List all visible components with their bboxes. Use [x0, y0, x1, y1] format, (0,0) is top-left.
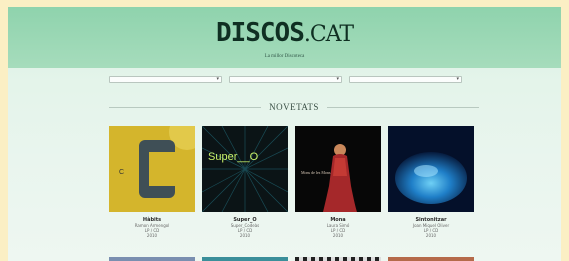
section-header: NOVETATS — [109, 102, 479, 112]
album-card[interactable]: C Hàbits Ramon Armengol LP / CD 2010 — [109, 126, 195, 238]
chevron-down-icon: ▾ — [336, 76, 339, 82]
album-cover-partial[interactable] — [109, 257, 195, 261]
album-cover-text: C — [119, 169, 124, 176]
logo-main: DISCOS — [215, 18, 305, 48]
album-cover[interactable]: Super__O — [202, 126, 288, 212]
logo-suffix: .CAT — [303, 22, 354, 47]
chevron-down-icon: ▾ — [216, 76, 219, 82]
album-card[interactable]: Mons de les Mons Mona Laura Simó LP / CD… — [295, 126, 381, 238]
filter-select-3[interactable]: ▾ — [349, 76, 462, 83]
filter-select-2[interactable]: ▾ — [229, 76, 342, 83]
album-cover-partial[interactable] — [388, 257, 474, 261]
album-cover-partial[interactable] — [202, 257, 288, 261]
album-cover[interactable]: C — [109, 126, 195, 212]
album-cover[interactable]: Mons de les Mons — [295, 126, 381, 212]
album-cover-partial[interactable] — [295, 257, 381, 261]
divider — [326, 106, 479, 108]
header: DISCOS.CAT La millor Discoteca — [8, 7, 561, 68]
album-cover-text: Super__O — [208, 151, 259, 163]
album-cover[interactable] — [388, 126, 474, 212]
page: DISCOS.CAT La millor Discoteca ▾ ▾ ▾ NOV… — [8, 7, 561, 261]
album-year: 2010 — [332, 233, 344, 238]
filter-select-1[interactable]: ▾ — [109, 76, 222, 83]
album-card[interactable]: Sintonitzar Joan Miquel Oliver LP / CD 2… — [388, 126, 474, 238]
site-logo[interactable]: DISCOS.CAT — [8, 20, 561, 48]
chevron-down-icon: ▾ — [456, 76, 459, 82]
album-year: 2010 — [239, 233, 251, 238]
section-title: NOVETATS — [269, 102, 319, 112]
album-card[interactable]: Super__O Super_O Super_Codeàs LP / CD 20… — [202, 126, 288, 238]
album-year: 2010 — [146, 233, 158, 238]
album-year: 2010 — [425, 233, 437, 238]
tagline: La millor Discoteca — [264, 54, 305, 59]
divider — [109, 106, 262, 108]
filter-bar: ▾ ▾ ▾ — [109, 76, 462, 83]
album-cover-text: Mons de les Mons — [301, 170, 331, 175]
